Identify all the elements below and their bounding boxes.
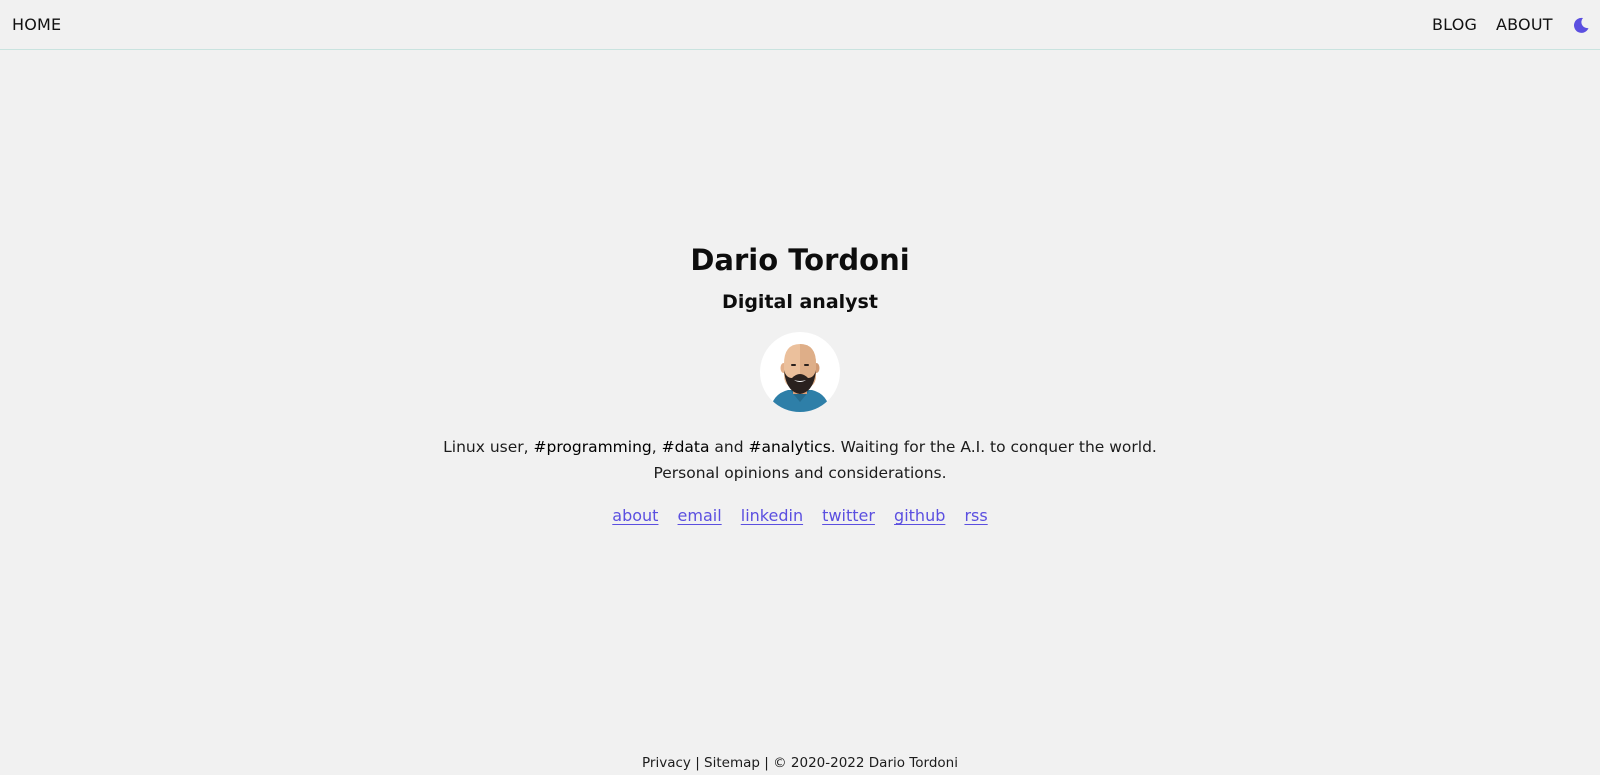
footer-separator: |	[759, 755, 774, 771]
nav-blog-link[interactable]: BLOG	[1432, 15, 1477, 34]
top-navbar: HOME BLOG ABOUT	[0, 0, 1600, 50]
author-name: Dario Tordoni	[690, 243, 910, 277]
bio-line-2: Personal opinions and considerations.	[653, 464, 947, 482]
bio-part: Linux user,	[443, 438, 534, 456]
moon-icon[interactable]	[1572, 16, 1590, 34]
hero-section: Dario Tordoni Digital analyst Linux user…	[0, 236, 1600, 525]
author-role: Digital analyst	[722, 291, 878, 313]
bio-part: and	[709, 438, 749, 456]
avatar	[760, 332, 840, 412]
nav-home-link[interactable]: HOME	[12, 15, 61, 34]
bio-text: Linux user, #programming, #data and #ana…	[440, 434, 1160, 486]
hashtag-programming: #programming	[533, 438, 652, 456]
hashtag-analytics: #analytics	[748, 438, 831, 456]
linkedin-link[interactable]: linkedin	[741, 506, 803, 525]
twitter-link[interactable]: twitter	[822, 506, 875, 525]
footer-separator: |	[690, 755, 705, 771]
bio-part: . Waiting for the A.I. to conquer the wo…	[830, 438, 1157, 456]
sitemap-link[interactable]: Sitemap	[704, 755, 760, 771]
social-links: about email linkedin twitter github rss	[0, 506, 1600, 525]
privacy-link[interactable]: Privacy	[642, 755, 691, 771]
email-link[interactable]: email	[678, 506, 722, 525]
github-link[interactable]: github	[894, 506, 945, 525]
footer: Privacy | Sitemap | © 2020-2022 Dario To…	[0, 755, 1600, 771]
hashtag-data: #data	[661, 438, 710, 456]
copyright-text: © 2020-2022 Dario Tordoni	[773, 755, 958, 771]
about-link[interactable]: about	[612, 506, 658, 525]
rss-link[interactable]: rss	[964, 506, 987, 525]
nav-about-link[interactable]: ABOUT	[1496, 15, 1553, 34]
bio-part: ,	[651, 438, 662, 456]
